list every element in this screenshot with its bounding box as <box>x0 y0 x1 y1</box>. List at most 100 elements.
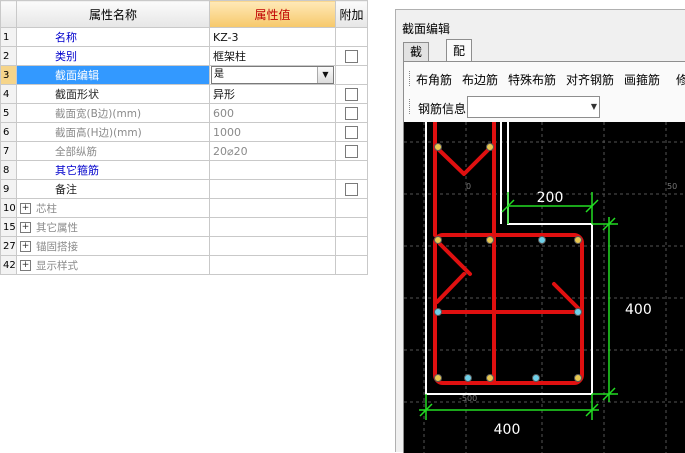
expand-plus-icon[interactable]: + <box>20 203 31 214</box>
property-row[interactable]: 42 + 显示样式 <box>0 255 368 275</box>
expand-plus-icon[interactable]: + <box>20 260 31 271</box>
grid-label-top: 0 <box>466 182 471 191</box>
section-editor-panel: 截面编辑 截面 配筋 布角筋 布边筋 特殊布筋 对齐钢筋 画箍筋 修 钢筋信息 … <box>395 9 685 453</box>
property-group[interactable]: + 锚固搭接 <box>16 236 210 256</box>
property-group-label: 锚固搭接 <box>36 240 78 253</box>
property-name[interactable]: 类别 <box>16 46 210 66</box>
toolbar-grip-2[interactable] <box>409 99 412 114</box>
edge-rebar-button[interactable]: 布边筋 <box>462 71 498 88</box>
grid-label-bottom: -500 <box>459 394 477 403</box>
extra-cell <box>335 84 368 104</box>
property-row[interactable]: 9 备注 <box>0 179 368 199</box>
extra-cell <box>335 198 368 218</box>
corner-rebar-button[interactable]: 布角筋 <box>416 71 452 88</box>
property-group[interactable]: + 芯柱 <box>16 198 210 218</box>
dimension-top: 200 <box>537 190 564 206</box>
grid-label-right: 50 <box>667 182 677 191</box>
property-value[interactable] <box>209 198 336 218</box>
section-drawing-canvas[interactable]: 0 50 -500 200 400 400 <box>404 122 685 453</box>
row-number: 5 <box>0 103 17 123</box>
property-value[interactable]: 20⌀20 <box>209 141 336 161</box>
panel-title: 截面编辑 <box>402 22 451 36</box>
property-row[interactable]: 10 + 芯柱 <box>0 198 368 218</box>
special-rebar-button[interactable]: 特殊布筋 <box>508 71 556 88</box>
property-value[interactable]: KZ-3 <box>209 27 336 47</box>
extra-checkbox[interactable] <box>345 144 358 158</box>
row-number: 6 <box>0 122 17 142</box>
dropdown-arrow-icon[interactable]: ▼ <box>317 67 333 83</box>
property-group[interactable]: + 其它属性 <box>16 217 210 237</box>
property-value[interactable] <box>209 217 336 237</box>
property-grid: 属性名称 属性值 附加 1 名称 KZ-3 2 类别 框架柱 3 截面编辑是 ▼ 4 截面形状 异形 5… <box>0 0 368 275</box>
property-value-header: 属性值 <box>209 0 336 28</box>
property-value[interactable]: 600 <box>209 103 336 123</box>
property-name[interactable]: 截面形状 <box>16 84 210 104</box>
property-row[interactable]: 4 截面形状 异形 <box>0 84 368 104</box>
property-value-dropdown[interactable]: 是 ▼ <box>209 65 336 85</box>
row-number-header <box>0 0 17 28</box>
value-select[interactable]: 是 ▼ <box>211 66 334 84</box>
extra-cell <box>335 236 368 256</box>
property-row[interactable]: 6 截面高(H边)(mm) 1000 <box>0 122 368 142</box>
property-name[interactable]: 名称 <box>16 27 210 47</box>
tab-rebar[interactable]: 配筋 <box>446 39 473 80</box>
tab-section[interactable]: 截面 <box>403 42 430 77</box>
property-name[interactable]: 截面宽(B边)(mm) <box>16 103 210 123</box>
property-value[interactable] <box>209 160 336 180</box>
property-value[interactable] <box>209 255 336 275</box>
extra-checkbox[interactable] <box>345 182 358 196</box>
property-name-header: 属性名称 <box>16 0 210 28</box>
property-value[interactable]: 框架柱 <box>209 46 336 66</box>
rebar-toolbar: 布角筋 布边筋 特殊布筋 对齐钢筋 画箍筋 修 <box>404 66 685 92</box>
extra-cell <box>335 122 368 142</box>
property-row[interactable]: 3 截面编辑是 ▼ <box>0 65 368 85</box>
rebar-info-combo[interactable]: ▼ <box>467 96 600 118</box>
property-group[interactable]: + 显示样式 <box>16 255 210 275</box>
property-row[interactable]: 15 + 其它属性 <box>0 217 368 237</box>
row-number: 15 <box>0 217 17 237</box>
property-name[interactable]: 全部纵筋 <box>16 141 210 161</box>
draw-stirrup-button[interactable]: 画箍筋 <box>624 71 660 88</box>
row-number: 10 <box>0 198 17 218</box>
dimension-bottom: 400 <box>494 422 521 438</box>
extra-cell <box>335 217 368 237</box>
align-rebar-button[interactable]: 对齐钢筋 <box>566 71 614 88</box>
extra-cell <box>335 103 368 123</box>
toolbar-grip[interactable] <box>409 71 412 86</box>
row-number: 2 <box>0 46 17 66</box>
modify-button[interactable]: 修 <box>676 71 685 88</box>
property-value[interactable]: 异形 <box>209 84 336 104</box>
expand-plus-icon[interactable]: + <box>20 222 31 233</box>
extra-cell <box>335 179 368 199</box>
extra-header: 附加 <box>335 0 368 28</box>
extra-checkbox[interactable] <box>345 125 358 139</box>
row-number: 42 <box>0 255 17 275</box>
property-value[interactable] <box>209 179 336 199</box>
property-name[interactable]: 备注 <box>16 179 210 199</box>
row-number: 7 <box>0 141 17 161</box>
property-row[interactable]: 5 截面宽(B边)(mm) 600 <box>0 103 368 123</box>
property-row[interactable]: 8 其它箍筋 <box>0 160 368 180</box>
extra-checkbox[interactable] <box>345 87 358 101</box>
property-row[interactable]: 1 名称 KZ-3 <box>0 27 368 47</box>
property-row[interactable]: 27 + 锚固搭接 <box>0 236 368 256</box>
property-name[interactable]: 截面编辑 <box>16 65 210 85</box>
dimension-right: 400 <box>625 302 652 318</box>
extra-cell <box>335 160 368 180</box>
rebar-info-bar: 钢筋信息 ▼ <box>404 94 685 120</box>
extra-checkbox[interactable] <box>345 49 358 63</box>
property-group-label: 其它属性 <box>36 221 78 234</box>
chevron-down-icon[interactable]: ▼ <box>591 97 597 117</box>
row-number: 3 <box>0 65 17 85</box>
extra-checkbox[interactable] <box>345 106 358 120</box>
rebar-tab-body: 布角筋 布边筋 特殊布筋 对齐钢筋 画箍筋 修 钢筋信息 ▼ 0 50 -500… <box>403 61 685 453</box>
property-value[interactable]: 1000 <box>209 122 336 142</box>
property-name[interactable]: 截面高(H边)(mm) <box>16 122 210 142</box>
extra-cell <box>335 141 368 161</box>
property-row[interactable]: 2 类别 框架柱 <box>0 46 368 66</box>
property-row[interactable]: 7 全部纵筋 20⌀20 <box>0 141 368 161</box>
property-group-label: 芯柱 <box>36 202 57 215</box>
property-value[interactable] <box>209 236 336 256</box>
expand-plus-icon[interactable]: + <box>20 241 31 252</box>
property-name[interactable]: 其它箍筋 <box>16 160 210 180</box>
